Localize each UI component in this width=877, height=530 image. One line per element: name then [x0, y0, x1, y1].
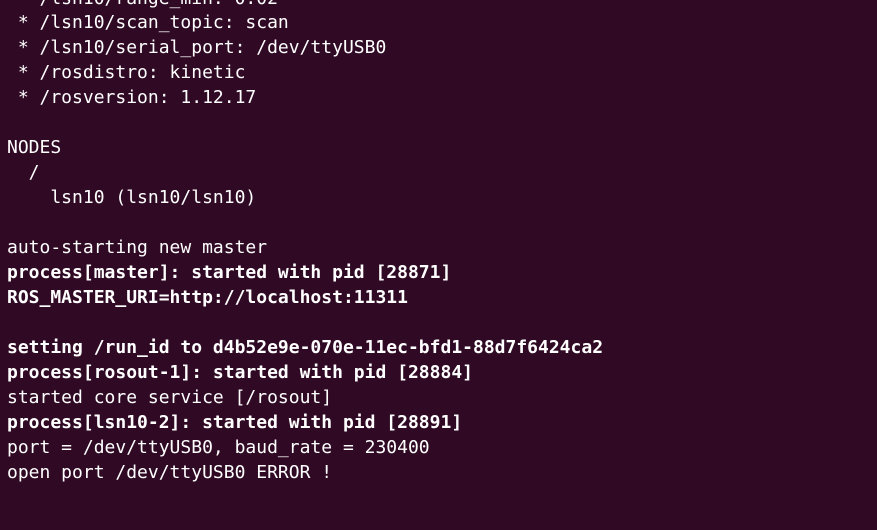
terminal-line: NODES — [7, 137, 62, 158]
terminal-line: process[master]: started with pid [28871… — [7, 262, 452, 283]
terminal-line: started core service [/rosout] — [7, 387, 333, 408]
terminal-line: * /lsn10/serial_port: /dev/ttyUSB0 — [7, 37, 387, 58]
terminal-window[interactable]: * /lsn10/range_min: 0.02 * /lsn10/scan_t… — [0, 0, 877, 530]
terminal-line: process[rosout-1]: started with pid [288… — [7, 362, 473, 383]
terminal-line: * /rosversion: 1.12.17 — [7, 87, 257, 108]
terminal-line: auto-starting new master — [7, 237, 268, 258]
terminal-line: process[lsn10-2]: started with pid [2889… — [7, 412, 463, 433]
terminal-line: port = /dev/ttyUSB0, baud_rate = 230400 — [7, 437, 430, 458]
terminal-line: open port /dev/ttyUSB0 ERROR ! — [7, 462, 333, 483]
terminal-line: ROS_MASTER_URI=http://localhost:11311 — [7, 287, 408, 308]
terminal-line: * /lsn10/scan_topic: scan — [7, 12, 289, 33]
terminal-line: lsn10 (lsn10/lsn10) — [7, 187, 257, 208]
terminal-line: / — [7, 162, 40, 183]
terminal-line: * /rosdistro: kinetic — [7, 62, 246, 83]
terminal-line: setting /run_id to d4b52e9e-070e-11ec-bf… — [7, 337, 604, 358]
terminal-line: * /lsn10/range_min: 0.02 — [7, 0, 278, 11]
